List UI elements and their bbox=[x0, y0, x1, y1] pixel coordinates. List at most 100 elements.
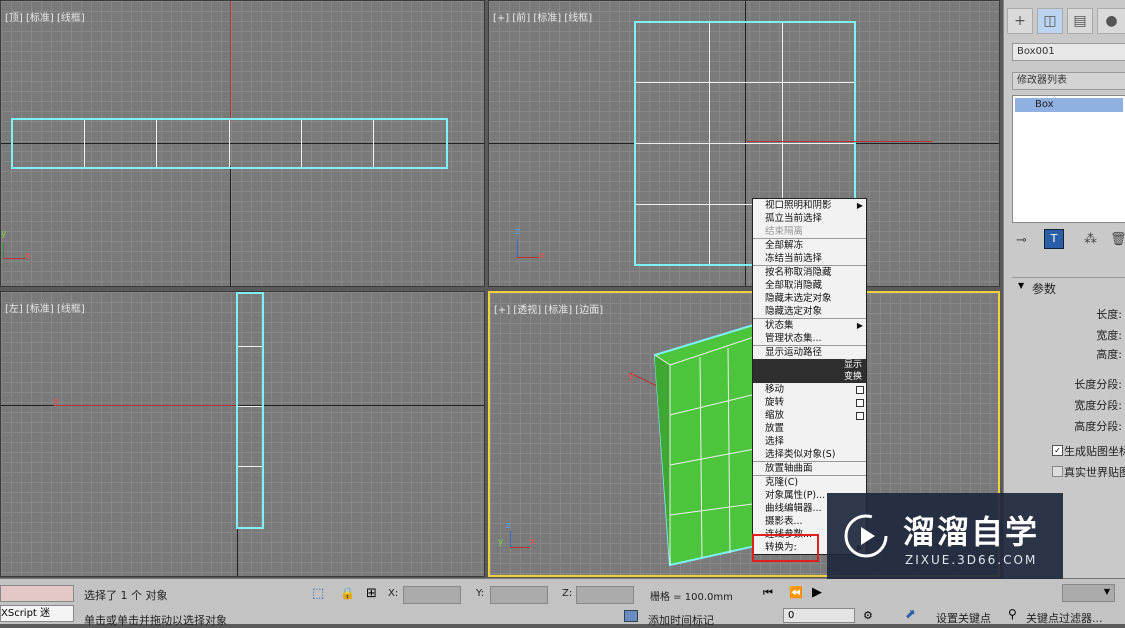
modifier-stack-item-box[interactable]: Box bbox=[1015, 98, 1123, 112]
menu-item-label: 克隆(C) bbox=[765, 477, 799, 488]
menu-item[interactable]: 移动 bbox=[753, 383, 866, 396]
menu-item-label: 选择类似对象(S) bbox=[765, 449, 836, 460]
viewport-left[interactable]: [左] [标准] [线框] y bbox=[0, 291, 485, 577]
viewport-top[interactable]: [顶] [标准] [线框] y x bbox=[0, 0, 485, 287]
play-icon[interactable]: ▶ bbox=[812, 585, 822, 600]
key-filters-button[interactable]: 关键点过滤器... bbox=[1026, 610, 1103, 626]
motion-tab-button[interactable]: ● bbox=[1097, 8, 1125, 34]
menu-item[interactable]: 旋转 bbox=[753, 396, 866, 409]
axis-gizmo: y x bbox=[1, 229, 31, 261]
absolute-mode-icon[interactable]: ⊞ bbox=[366, 586, 377, 601]
real-world-checkbox[interactable] bbox=[1052, 466, 1063, 477]
menu-item[interactable]: 视口照明和阴影 ▶ bbox=[753, 199, 866, 212]
menu-item-label: 冻结当前选择 bbox=[765, 253, 823, 264]
menu-item[interactable]: 放置 bbox=[753, 422, 866, 435]
settings-box-icon[interactable] bbox=[856, 386, 864, 394]
menu-item-label: 放置 bbox=[765, 423, 785, 434]
y-axis-label: y bbox=[53, 396, 59, 407]
menu-item-label: 显示 bbox=[843, 360, 862, 370]
hierarchy-tab-button[interactable]: ▤ bbox=[1067, 8, 1093, 34]
current-frame-field[interactable]: 0 bbox=[783, 608, 855, 623]
go-to-start-icon[interactable]: ⏮ bbox=[763, 586, 773, 600]
remove-modifier-icon[interactable]: 🗑 bbox=[1110, 232, 1125, 247]
modifier-stack[interactable]: Box bbox=[1012, 95, 1125, 223]
lock-icon[interactable]: 🔒 bbox=[340, 586, 355, 600]
menu-item-label: 转换为: bbox=[765, 542, 797, 553]
param-height-segs: 高度分段: bbox=[1074, 420, 1122, 433]
menu-item[interactable]: 放置轴曲面 bbox=[753, 461, 866, 475]
segment-line bbox=[84, 120, 85, 167]
menu-item[interactable]: 全部取消隐藏 bbox=[753, 279, 866, 292]
viewport-left-label[interactable]: [左] [标准] [线框] bbox=[5, 300, 85, 315]
segment-line bbox=[156, 120, 157, 167]
z-coord-field[interactable] bbox=[576, 586, 634, 604]
pin-icon[interactable]: ⊸ bbox=[1016, 233, 1027, 248]
x-coord-field[interactable] bbox=[403, 586, 461, 604]
set-key-button[interactable]: 设置关键点 bbox=[936, 610, 991, 626]
menu-item[interactable]: 隐藏未选定对象 bbox=[753, 292, 866, 305]
menu-item-label: 按名称取消隐藏 bbox=[765, 267, 832, 278]
set-key-icon[interactable]: ⬈ bbox=[905, 607, 916, 622]
menu-item-label: 管理状态集... bbox=[765, 333, 822, 344]
menu-item[interactable]: 显示运动路径 bbox=[753, 345, 866, 359]
menu-item: 结束隔离 bbox=[753, 225, 866, 238]
menu-item-label: 结束隔离 bbox=[765, 226, 804, 237]
settings-box-icon[interactable] bbox=[856, 412, 864, 420]
menu-item-label: 移动 bbox=[765, 384, 785, 395]
segment-line bbox=[229, 120, 230, 167]
menu-item[interactable]: 管理状态集... bbox=[753, 332, 866, 345]
hierarchy-icon: ▤ bbox=[1073, 13, 1087, 29]
viewport-top-label[interactable]: [顶] [标准] [线框] bbox=[5, 9, 85, 24]
param-height: 高度: bbox=[1096, 348, 1122, 361]
modifier-list-dropdown[interactable]: 修改器列表 bbox=[1012, 72, 1125, 90]
menu-item[interactable]: 孤立当前选择 bbox=[753, 212, 866, 225]
menu-item[interactable]: 按名称取消隐藏 bbox=[753, 265, 866, 279]
params-title: 参数 bbox=[1032, 282, 1057, 296]
box-object-left[interactable] bbox=[236, 292, 264, 529]
menu-item-label: 视口照明和阴影 bbox=[765, 200, 832, 211]
viewport-front[interactable]: [+] [前] [标准] [线框] z x bbox=[488, 0, 1000, 287]
menu-item-label: 旋转 bbox=[765, 397, 785, 408]
y-axis-line bbox=[56, 405, 236, 406]
menu-item[interactable]: 隐藏选定对象 bbox=[753, 305, 866, 318]
add-time-tag[interactable]: 添加时间标记 bbox=[648, 612, 714, 628]
status-bar: XScript 迷 选择了 1 个 对象 单击或单击并拖动以选择对象 ⬚ 🔒 ⊞… bbox=[0, 578, 1125, 627]
menu-item-label: 缩放 bbox=[765, 410, 785, 421]
previous-frame-icon[interactable]: ⏪ bbox=[789, 586, 803, 599]
modify-tab-button[interactable]: ◫ bbox=[1037, 8, 1063, 34]
param-length: 长度: bbox=[1096, 308, 1122, 321]
create-tab-button[interactable]: + bbox=[1007, 8, 1033, 34]
submenu-arrow-icon: ▶ bbox=[856, 321, 863, 330]
object-name-field[interactable]: Box001 bbox=[1012, 43, 1125, 61]
isolate-icon[interactable]: ⬚ bbox=[312, 586, 324, 601]
make-unique-icon[interactable]: ⁂ bbox=[1084, 232, 1097, 247]
menu-item[interactable]: 选择 bbox=[753, 435, 866, 448]
prompt-hint: 单击或单击并拖动以选择对象 bbox=[84, 614, 227, 627]
maxscript-listener[interactable] bbox=[0, 585, 74, 602]
submenu-arrow-icon: ▶ bbox=[856, 201, 863, 210]
menu-item[interactable]: 克隆(C) bbox=[753, 475, 866, 489]
watermark-url: ZIXUE.3D66.COM bbox=[905, 553, 1038, 567]
menu-item[interactable]: 冻结当前选择 bbox=[753, 252, 866, 265]
maxscript-input[interactable]: XScript 迷 bbox=[0, 605, 74, 622]
menu-item[interactable]: 全部解冻 bbox=[753, 238, 866, 252]
viewport-front-label[interactable]: [+] [前] [标准] [线框] bbox=[493, 9, 592, 24]
params-rollout-header[interactable]: ▼ 参数 bbox=[1012, 277, 1125, 296]
key-filter-icon[interactable]: ⚲ bbox=[1008, 607, 1017, 621]
y-coord-field[interactable] bbox=[490, 586, 548, 604]
menu-item[interactable]: 缩放 bbox=[753, 409, 866, 422]
param-width-segs: 宽度分段: bbox=[1074, 399, 1122, 412]
menu-item[interactable]: 状态集 ▶ bbox=[753, 318, 866, 332]
time-config-icon[interactable]: ⚙ bbox=[863, 609, 873, 622]
gen-map-checkbox[interactable]: ✓ bbox=[1052, 445, 1063, 456]
time-tag-icon[interactable] bbox=[624, 610, 638, 622]
menu-item[interactable]: 选择类似对象(S) bbox=[753, 448, 866, 461]
menu-item-label: 放置轴曲面 bbox=[765, 463, 813, 474]
x-label: X: bbox=[388, 588, 399, 599]
real-world-label: 真实世界贴图大小 bbox=[1064, 466, 1125, 479]
key-mode-dropdown[interactable]: ▼ bbox=[1062, 584, 1115, 602]
settings-box-icon[interactable] bbox=[856, 399, 864, 407]
show-end-result-icon[interactable]: T bbox=[1044, 229, 1064, 249]
y-axis-label: y bbox=[628, 371, 634, 382]
watermark: 溜溜自学 ZIXUE.3D66.COM bbox=[827, 493, 1063, 579]
